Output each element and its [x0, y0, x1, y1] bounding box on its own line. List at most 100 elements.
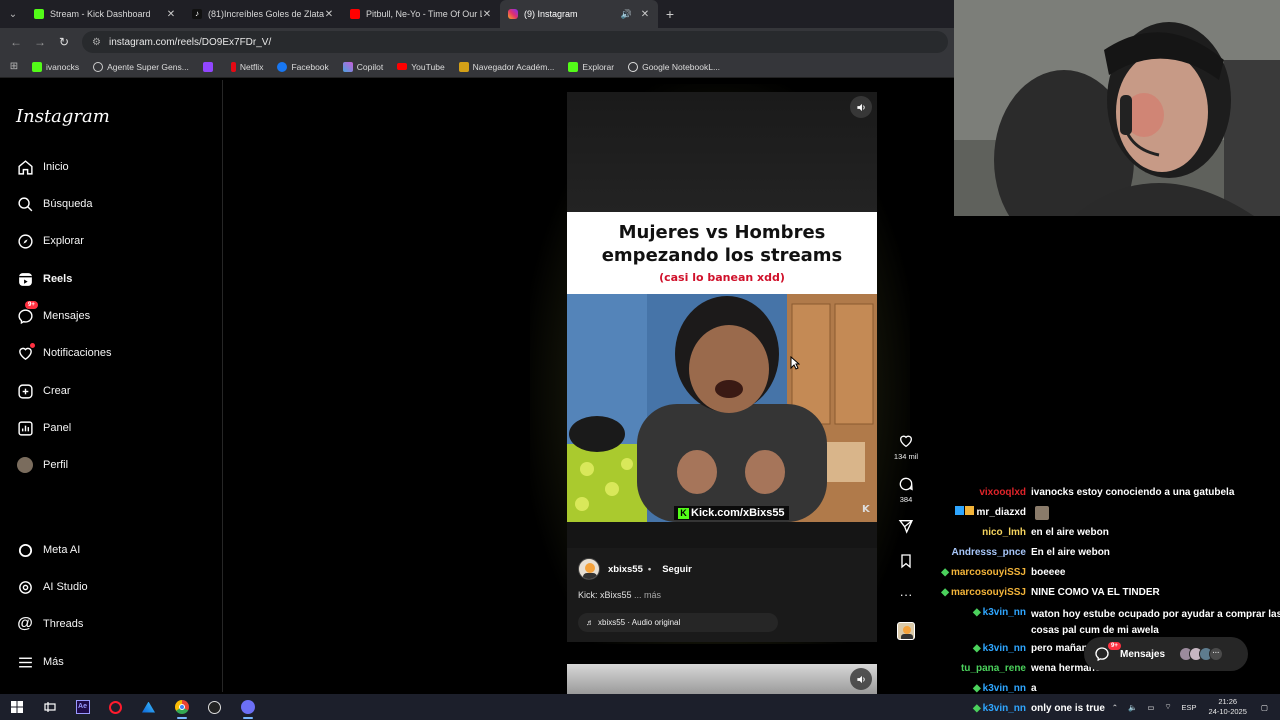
chat-username-row: ◆ marcosouyiSSJ [930, 567, 1026, 578]
nav-mensajes[interactable]: 9+ Mensajes [16, 301, 90, 328]
bookmark-notebooklm[interactable]: Google NotebookL... [628, 61, 720, 72]
task-view-icon[interactable] [33, 694, 66, 720]
reel-video[interactable]: K [567, 294, 877, 522]
audio-pill[interactable]: ♬ xbixs55 · Audio original [578, 613, 778, 632]
audio-cover-thumbnail[interactable] [897, 622, 915, 640]
windows-start-icon[interactable] [0, 694, 33, 720]
speaker-icon[interactable]: 🔊 [621, 9, 632, 20]
kick-icon [34, 9, 44, 19]
after-effects-icon[interactable]: Ae [66, 694, 99, 720]
prime-badge-icon [954, 506, 974, 515]
bookmark-agente[interactable]: Agente Super Gens... [93, 61, 189, 72]
bookmark-youtube[interactable]: YouTube [397, 62, 445, 72]
language-indicator[interactable]: ESP [1182, 703, 1197, 712]
obs-icon[interactable] [198, 694, 231, 720]
notifications-icon[interactable]: ▢ [1261, 703, 1268, 712]
nav-busqueda[interactable]: Búsqueda [16, 192, 93, 216]
chat-username: nico_lmh [982, 527, 1026, 538]
heart-icon [16, 343, 35, 362]
new-tab-button[interactable]: + [658, 6, 682, 22]
like-action[interactable]: 134 mil [893, 433, 919, 461]
audio-label: xbixs55 · Audio original [598, 618, 681, 627]
nav-label: Perfil [43, 459, 69, 471]
network-icon[interactable]: ▭ [1147, 703, 1154, 712]
address-bar[interactable]: ⚙ instagram.com/reels/DO9Ex7FDr_V/ [82, 31, 948, 53]
screen: ⌄ Stream - Kick Dashboard ✕ ♪ (81)Increí… [0, 0, 1280, 720]
nav-label: Crear [43, 385, 71, 397]
chat-message: ◆ marcosouyiSSJ NINE COMO VA EL TINDER [930, 587, 1159, 598]
caption-more-link[interactable]: ... más [634, 590, 661, 600]
close-icon[interactable]: ✕ [324, 9, 334, 20]
bookmark-copilot[interactable]: Copilot [342, 61, 383, 72]
tab-kick-dashboard[interactable]: Stream - Kick Dashboard ✕ [26, 0, 184, 28]
share-action[interactable] [893, 518, 919, 534]
nav-explorar[interactable]: Explorar [16, 229, 84, 253]
follow-button[interactable]: Seguir [662, 564, 692, 575]
owner-username[interactable]: xbixs55 [608, 564, 643, 575]
comment-action[interactable]: 384 [893, 476, 919, 504]
more-icon: ··· [1209, 647, 1224, 661]
tab-youtube[interactable]: Pitbull, Ne-Yo - Time Of Our Li ✕ [342, 0, 500, 28]
close-icon[interactable]: ✕ [166, 9, 176, 20]
clock[interactable]: 21:26 24-10-2025 [1209, 697, 1247, 717]
owner-avatar[interactable] [578, 558, 600, 580]
like-count: 134 mil [893, 452, 919, 461]
caption-text: Kick: xBixs55 [578, 590, 632, 600]
system-tray: ⌃ 🔈 ▭ ⌔ ESP 21:26 24-10-2025 ▢ [1102, 694, 1280, 720]
discord-icon[interactable] [231, 694, 264, 720]
nav-threads[interactable]: @ Threads [16, 612, 83, 636]
forward-button[interactable]: → [28, 35, 52, 49]
nav-ai-studio[interactable]: AI Studio [16, 575, 88, 599]
clock-date: 24-10-2025 [1208, 707, 1247, 716]
bookmark-netflix[interactable]: Netflix [230, 61, 263, 72]
chat-username: k3vin_nn [982, 643, 1026, 654]
tab-instagram[interactable]: (9) Instagram 🔊 ✕ [500, 0, 658, 28]
chat-username-row: ◆ k3vin_nn [930, 643, 1026, 654]
wifi-icon[interactable]: ⌔ [1164, 702, 1171, 712]
reels-icon [16, 270, 34, 288]
webcam-feed [954, 0, 1280, 216]
more-options-action[interactable]: ··· [893, 587, 919, 602]
close-icon[interactable]: ✕ [482, 9, 492, 20]
chevron-up-icon[interactable]: ⌃ [1112, 703, 1118, 712]
bookmark-navegador[interactable]: Navegador Académ... [458, 61, 554, 72]
tab-search-button[interactable]: ⌄ [0, 0, 26, 28]
nav-notificaciones[interactable]: Notificaciones [16, 341, 111, 365]
nav-perfil[interactable]: Perfil [16, 453, 68, 477]
nav-meta-ai[interactable]: Meta AI [16, 538, 80, 562]
nav-crear[interactable]: Crear [16, 379, 71, 403]
next-reel-volume-button[interactable] [850, 668, 872, 690]
reload-button[interactable]: ↻ [52, 35, 76, 49]
volume-icon[interactable]: 🔈 [1128, 703, 1137, 712]
bookmark-ivanocks[interactable]: ivanocks [32, 61, 79, 72]
bookmarks-bar: ⊞ ivanocks Agente Super Gens... Netflix … [0, 56, 954, 78]
back-button[interactable]: ← [4, 35, 28, 49]
opera-gx-icon[interactable] [99, 694, 132, 720]
tab-tiktok[interactable]: ♪ (81)Increíbles Goles de Zlatan I ✕ [184, 0, 342, 28]
chat-username: k3vin_nn [982, 683, 1026, 694]
instagram-logo[interactable]: Instagram [16, 106, 110, 127]
nav-mas[interactable]: Más [16, 650, 64, 674]
volume-button[interactable] [850, 96, 872, 118]
messenger-icon [1095, 647, 1109, 662]
bookmark-twitch[interactable] [202, 61, 217, 72]
save-action[interactable] [893, 553, 919, 569]
gem-badge-icon: ◆ [941, 567, 949, 578]
azure-icon[interactable] [132, 694, 165, 720]
separator-dot: • [647, 563, 652, 575]
bookmark-facebook[interactable]: Facebook [277, 61, 329, 72]
watermark-text: Kick.com/xBixs55 [691, 507, 785, 519]
next-reel-preview[interactable] [567, 664, 877, 694]
nav-reels[interactable]: Reels [16, 267, 72, 291]
ai-studio-icon [16, 578, 34, 596]
chrome-icon[interactable] [165, 694, 198, 720]
gem-badge-icon: ◆ [972, 703, 981, 714]
nav-inicio[interactable]: Inicio [16, 155, 69, 179]
nav-panel[interactable]: Panel [16, 416, 71, 440]
messages-pill[interactable]: 9+ Mensajes ··· [1084, 637, 1248, 671]
apps-icon[interactable]: ⊞ [0, 61, 28, 72]
bookmark-explorar[interactable]: Explorar [568, 61, 614, 72]
site-info-icon[interactable]: ⚙ [92, 37, 101, 48]
close-icon[interactable]: ✕ [640, 9, 650, 20]
youtube-icon [397, 63, 408, 70]
